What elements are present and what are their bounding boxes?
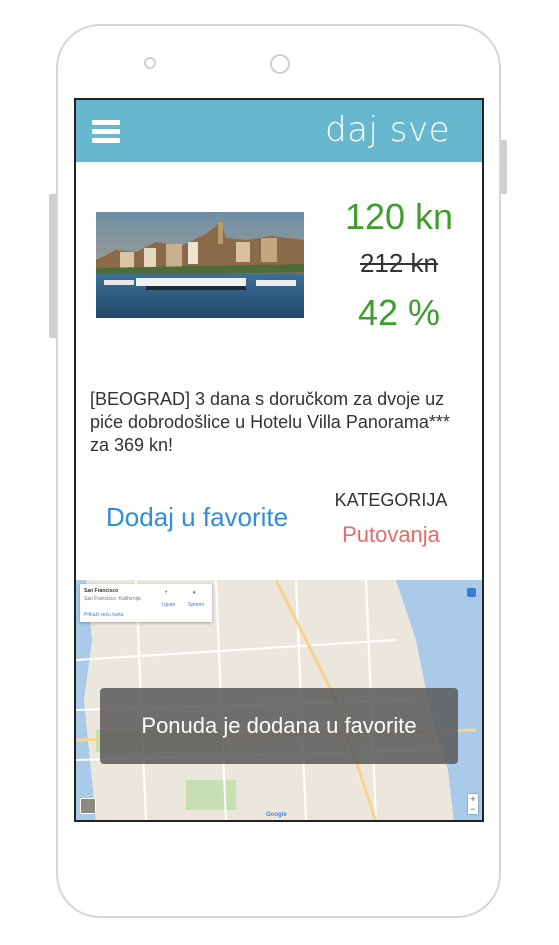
- map-info-card: San Francisco San Francisco, Kalifornija…: [80, 584, 212, 622]
- category-link[interactable]: Putovanja: [330, 522, 452, 548]
- phone-side-button-right: [500, 140, 507, 194]
- satellite-toggle[interactable]: [80, 798, 96, 814]
- map-card-title: San Francisco: [84, 588, 119, 594]
- add-to-favorites-link[interactable]: Dodaj u favorite: [106, 502, 288, 533]
- category-label: KATEGORIJA: [334, 490, 448, 510]
- app-logo: daj sve: [325, 110, 450, 150]
- directions-icon[interactable]: ↱: [164, 590, 168, 596]
- deal-description: [BEOGRAD] 3 dana s doručkom za dvoje uz …: [90, 389, 450, 455]
- pegman-icon[interactable]: [467, 588, 476, 597]
- google-logo: Google: [266, 812, 287, 818]
- top-bar: daj sve: [76, 100, 482, 162]
- map-view[interactable]: San Francisco San Francisco, Kalifornija…: [76, 580, 482, 820]
- toast-message: Ponuda je dodana u favorite: [100, 688, 458, 764]
- zoom-in-button[interactable]: +: [468, 794, 478, 804]
- zoom-out-button[interactable]: −: [468, 804, 478, 814]
- save-star-icon[interactable]: ★: [192, 590, 196, 596]
- camera-icon: [270, 54, 290, 74]
- sensor-icon: [144, 57, 156, 69]
- larger-map-link[interactable]: Prikaži veću kartu: [84, 612, 123, 618]
- price-new: 120 kn: [344, 196, 454, 237]
- map-card-subtitle: San Francisco, Kalifornija: [84, 596, 141, 602]
- save-label[interactable]: Spremi: [188, 602, 204, 608]
- discount-percent: 42 %: [357, 292, 441, 333]
- app-screen: daj sve 120 kn 212 kn 42 % [BEOGRAD] 3 d…: [74, 98, 484, 822]
- price-old: 212 kn: [359, 248, 439, 278]
- directions-label[interactable]: Upute: [162, 602, 175, 608]
- zoom-control[interactable]: + −: [468, 794, 478, 814]
- deal-image: [96, 212, 304, 318]
- hamburger-menu-icon[interactable]: [92, 120, 120, 144]
